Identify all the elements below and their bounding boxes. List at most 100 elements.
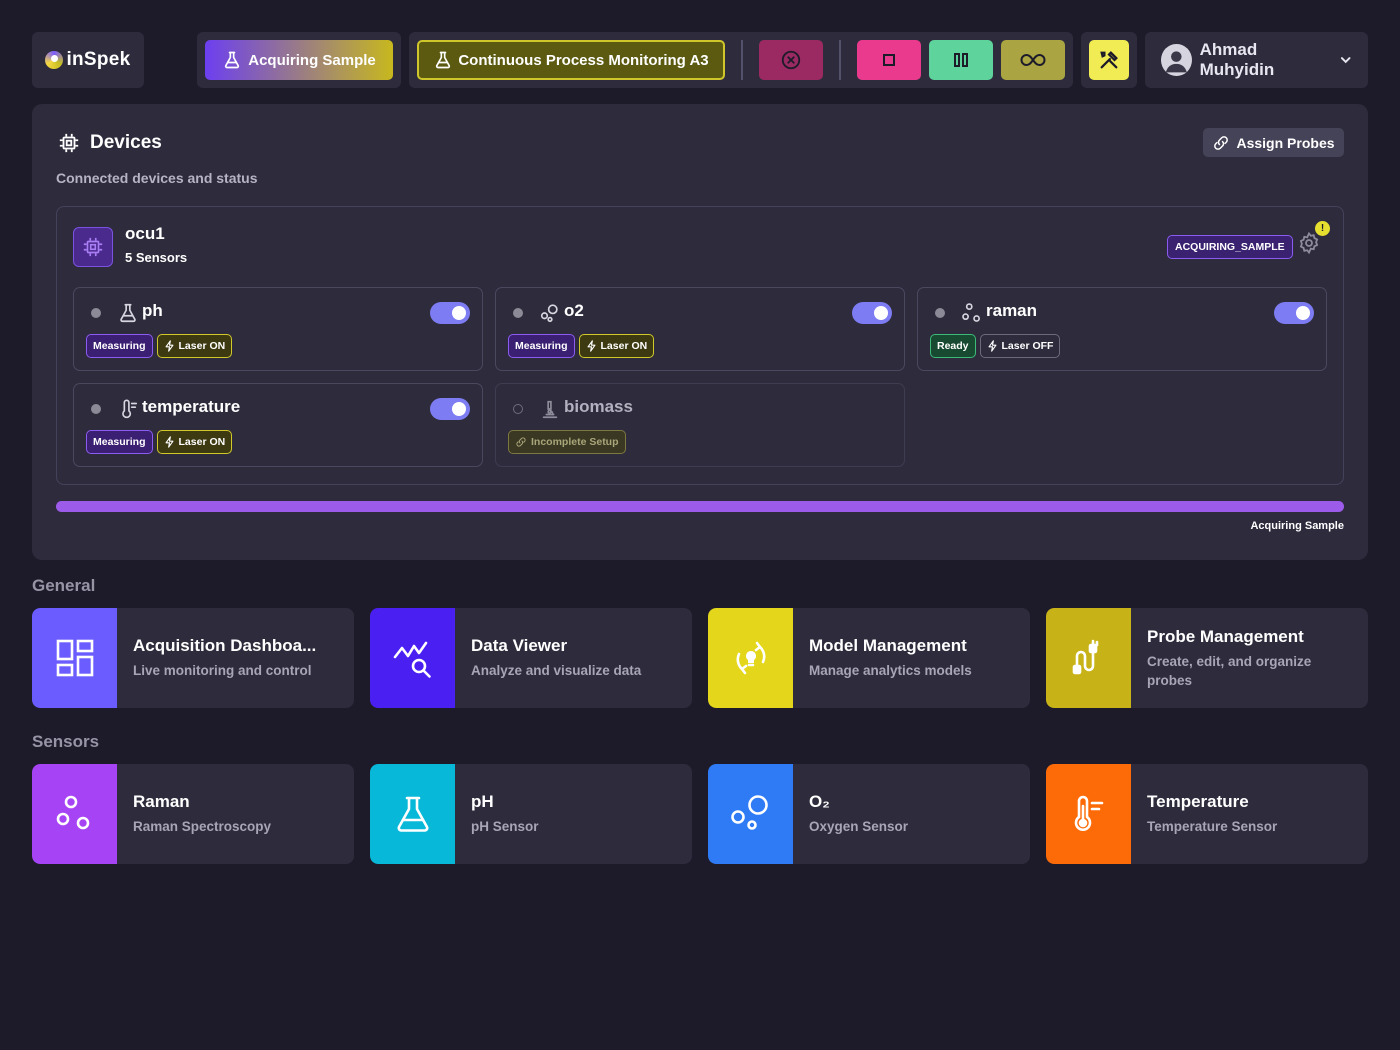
pause-button[interactable] — [929, 40, 993, 80]
sensor-status-dot — [513, 404, 523, 414]
sensor-status-dot — [91, 404, 101, 414]
tile-title: O₂ — [809, 792, 830, 811]
tile-description: Create, edit, and organize probes — [1147, 653, 1312, 688]
avatar — [1161, 44, 1192, 76]
divider — [839, 40, 841, 80]
stop-button[interactable] — [857, 40, 921, 80]
probe-management-tile[interactable]: Probe Management Create, edit, and organ… — [1046, 608, 1368, 708]
sensor-name: temperature — [142, 397, 241, 416]
warning-indicator[interactable]: ! — [1315, 221, 1330, 236]
sensor-card-biomass[interactable]: biomass Incomplete Setup — [495, 383, 905, 467]
tile-description: Raman Spectroscopy — [133, 819, 272, 834]
tools-button[interactable] — [1089, 40, 1129, 80]
laser-badge: Laser ON — [578, 334, 655, 358]
assign-probes-button[interactable]: Assign Probes — [1203, 128, 1344, 157]
thermometer-icon — [1074, 795, 1103, 831]
tile-icon-container — [1046, 764, 1131, 864]
raman-sensor-tile[interactable]: Raman Raman Spectroscopy — [32, 764, 354, 864]
infinity-icon — [1020, 53, 1046, 67]
sensor-toggle[interactable] — [430, 398, 470, 420]
tile-title: pH — [471, 792, 494, 811]
sensor-toggle[interactable] — [852, 302, 892, 324]
raman-icon — [56, 795, 89, 830]
model-refresh-icon — [736, 641, 765, 675]
tile-description: pH Sensor — [471, 819, 539, 834]
flask-icon — [397, 796, 428, 832]
bubbles-icon — [540, 304, 558, 323]
general-heading: General — [32, 576, 96, 595]
sensor-status-dot — [935, 308, 945, 318]
process-selector[interactable]: Continuous Process Monitoring A3 — [417, 40, 725, 80]
sensor-card-o2[interactable]: o2 Measuring Laser ON — [495, 287, 905, 371]
sensor-card-ph[interactable]: ph Measuring Laser ON — [73, 287, 483, 371]
acquisition-dashboard-tile[interactable]: Acquisition Dashboa... Live monitoring a… — [32, 608, 354, 708]
sensor-card-raman[interactable]: raman Ready Laser OFF — [917, 287, 1327, 371]
laser-badge-label: Laser ON — [178, 340, 226, 352]
process-controls: Continuous Process Monitoring A3 — [409, 32, 1073, 88]
laser-badge: Laser OFF — [979, 334, 1061, 358]
cancel-button[interactable] — [759, 40, 823, 80]
assign-probes-label: Assign Probes — [1236, 134, 1335, 151]
sensor-name: raman — [986, 301, 1038, 320]
sensor-name: biomass — [564, 397, 633, 416]
sensor-name: ph — [142, 301, 163, 320]
continuous-loop-button[interactable] — [1001, 40, 1065, 80]
sensor-status-dot — [91, 308, 101, 318]
cancel-circle-icon — [781, 50, 801, 70]
tile-description: Oxygen Sensor — [809, 819, 909, 834]
acquisition-status-button[interactable]: Acquiring Sample — [205, 40, 393, 80]
logo-mark-icon — [45, 51, 64, 69]
laser-badge: Laser ON — [156, 430, 233, 454]
bolt-icon — [165, 340, 174, 352]
divider — [741, 40, 743, 80]
tile-icon-container — [370, 764, 455, 864]
bubbles-icon — [730, 795, 768, 830]
flask-icon — [225, 51, 240, 69]
measuring-badge: Measuring — [86, 430, 153, 454]
device-name: ocu1 — [125, 224, 165, 243]
sensor-toggle[interactable] — [1274, 302, 1314, 324]
devices-header: Devices — [58, 132, 162, 154]
top-bar: inSpek Acquiring Sample Continuous Proce… — [32, 32, 1368, 88]
link-icon — [516, 437, 526, 447]
o2-sensor-tile[interactable]: O₂ Oxygen Sensor — [708, 764, 1030, 864]
bolt-icon — [988, 340, 997, 352]
sensor-name: o2 — [564, 301, 584, 320]
progress-fill — [56, 501, 1344, 512]
sensor-toggle[interactable] — [430, 302, 470, 324]
flask-icon — [120, 303, 136, 323]
model-management-tile[interactable]: Model Management Manage analytics models — [708, 608, 1030, 708]
bolt-icon — [165, 436, 174, 448]
user-name: Ahmad Muhyidin — [1199, 40, 1275, 79]
sensors-heading: Sensors — [32, 732, 100, 751]
ready-badge: Ready — [930, 334, 976, 358]
stop-icon — [883, 54, 895, 66]
dashboard-icon — [56, 639, 93, 677]
device-chip-icon — [73, 227, 113, 267]
tile-title: Acquisition Dashboa... — [133, 636, 317, 655]
cpu-icon — [59, 133, 79, 153]
ph-sensor-tile[interactable]: pH pH Sensor — [370, 764, 692, 864]
tile-description: Analyze and visualize data — [471, 663, 642, 678]
probe-icon — [1072, 639, 1098, 675]
thermometer-icon — [122, 399, 138, 419]
user-menu[interactable]: Ahmad Muhyidin — [1145, 32, 1368, 88]
logo[interactable]: inSpek — [32, 32, 144, 88]
tile-icon-container — [32, 764, 117, 864]
user-icon — [1165, 51, 1187, 73]
sensor-card-temperature[interactable]: temperature Measuring Laser ON — [73, 383, 483, 467]
flask-icon — [436, 51, 451, 69]
microscope-icon — [542, 400, 558, 419]
progress-label: Acquiring Sample — [1250, 520, 1344, 532]
tile-title: Temperature — [1147, 792, 1249, 811]
laser-badge-label: Laser OFF — [1001, 340, 1054, 352]
temperature-sensor-tile[interactable]: Temperature Temperature Sensor — [1046, 764, 1368, 864]
brand-name: inSpek — [66, 49, 131, 70]
chevron-down-icon — [1340, 57, 1351, 64]
tools-container — [1081, 32, 1137, 88]
tile-icon-container — [32, 608, 117, 708]
devices-title: Devices — [90, 132, 162, 153]
devices-subtitle: Connected devices and status — [56, 170, 258, 186]
data-viewer-tile[interactable]: Data Viewer Analyze and visualize data — [370, 608, 692, 708]
sensor-status-dot — [513, 308, 523, 318]
